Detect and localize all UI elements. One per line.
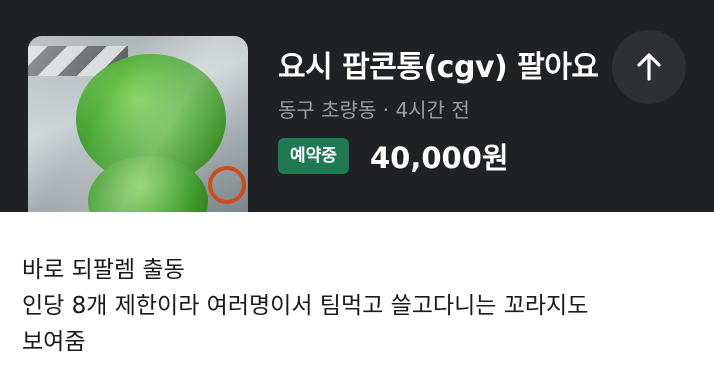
post-line: 보여줌: [22, 329, 86, 355]
listing-price: 40,000원: [370, 141, 509, 175]
arrow-up-icon: [637, 53, 661, 81]
listing-title: 요시 팝콘통(cgv) 팔아요: [278, 50, 599, 85]
listing-card[interactable]: 요시 팝콘통(cgv) 팔아요 동구 초량동 · 4시간 전 예약중 40,00…: [0, 0, 714, 212]
listing-meta: 동구 초량동 · 4시간 전: [278, 94, 470, 123]
post-line: 인당 8개 제한이라 여러명이서 팀먹고 쓸고다니는 꼬라지도: [22, 293, 589, 319]
scroll-up-button[interactable]: [612, 30, 686, 104]
status-badge: 예약중: [278, 138, 349, 174]
meta-separator: ·: [382, 98, 390, 122]
post-body: 바로 되팔렘 출동 인당 8개 제한이라 여러명이서 팀먹고 쓸고다니는 꼬라지…: [22, 252, 702, 360]
thumbnail-plastic-wrap: [28, 36, 248, 212]
product-thumbnail: [28, 36, 248, 212]
listing-location: 동구 초량동: [278, 98, 377, 122]
post-line: 바로 되팔렘 출동: [22, 257, 185, 283]
listing-time: 4시간 전: [395, 98, 470, 122]
